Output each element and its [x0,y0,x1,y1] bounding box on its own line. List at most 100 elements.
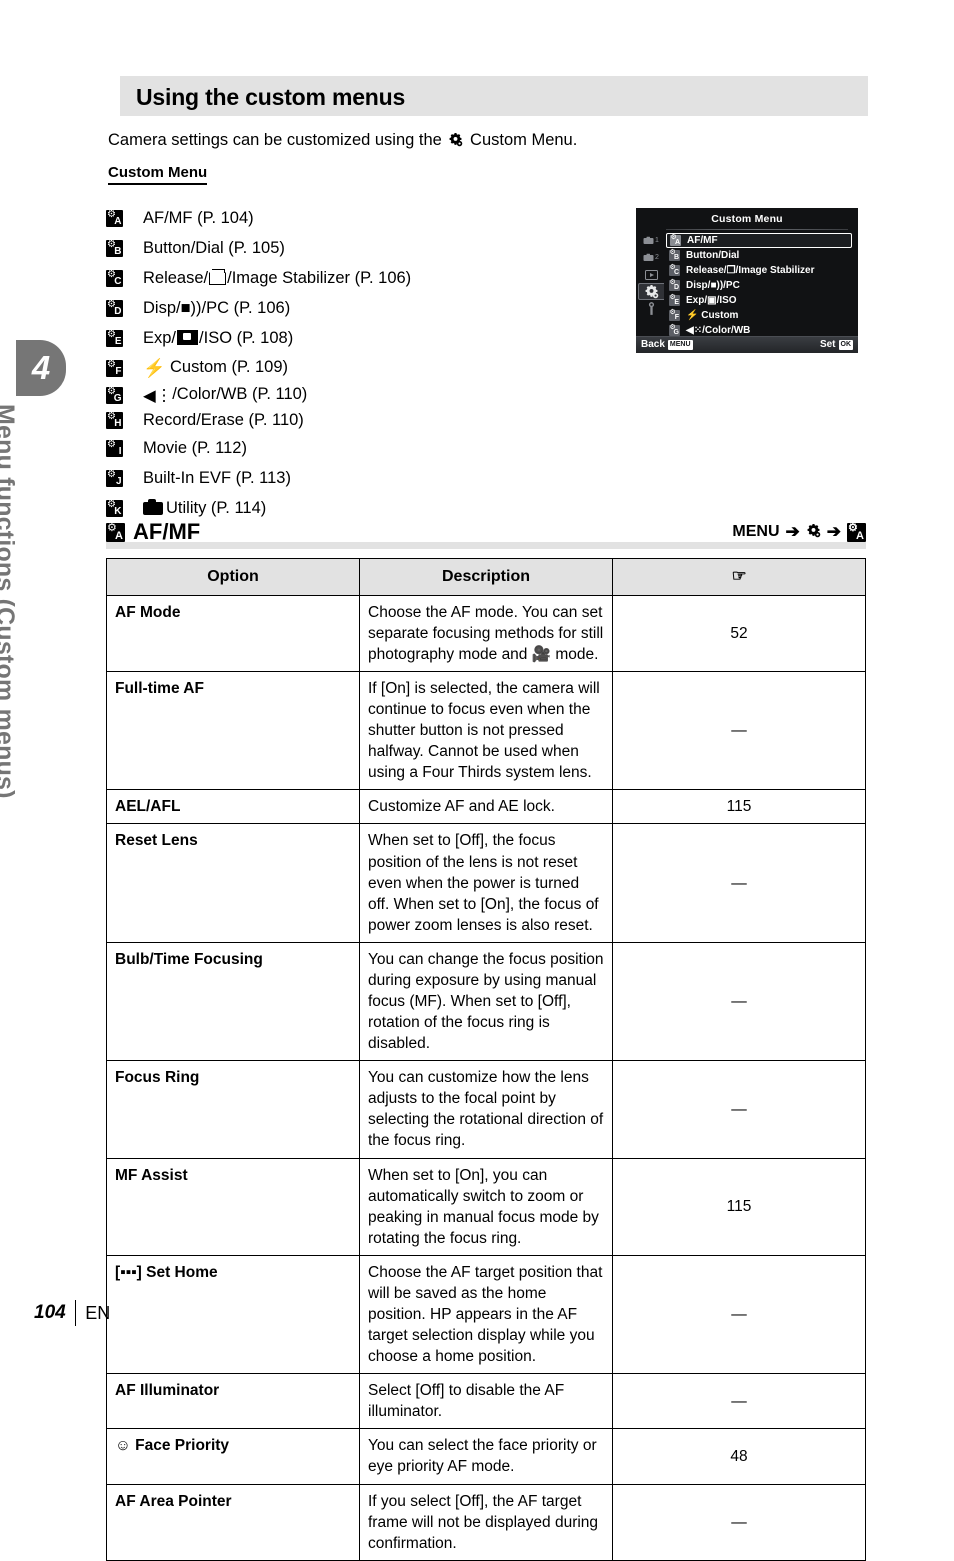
arrow-right-icon: ➔ [826,522,841,541]
table-cell-reference: — [612,670,866,791]
table-cell-description: If [On] is selected, the camera will con… [359,670,613,791]
lcd-set-control[interactable]: Set OK [820,339,853,350]
custom-menu-subheading: Custom Menu [108,164,208,185]
table-cell-reference: — [612,1254,866,1375]
lcd-menu-items: ⚙ A AF/MF ⚙ B Button/Dial ⚙ C Release/❐/Ima… [666,233,852,338]
table-cell-reference: 52 [612,594,866,672]
sequential-shooting-icon [209,268,227,285]
menu-list-item-release-image-stabilizer[interactable]: ⚙ C Release//Image Stabilizer (P. 106) [106,263,546,293]
table-cell-option: AF Illuminator [106,1373,360,1430]
lcd-menu-item-label: AF/MF [687,235,718,246]
menu-list-item-label: Disp/■))/PC (P. 106) [143,298,291,317]
menu-list-item-movie[interactable]: ⚙ I Movie (P. 112) [106,433,546,463]
table-cell-reference: 115 [612,1157,866,1256]
lcd-menu-item-af-mf[interactable]: ⚙ A AF/MF [666,233,852,248]
page-title: Using the custom menus [136,84,406,110]
custom-badge-h-icon: ⚙ H [106,411,123,429]
table-header-row: Option Description ☞ [106,558,866,596]
menu-list-item-label: Button/Dial (P. 105) [143,238,285,257]
lcd-title: Custom Menu [711,213,783,225]
af-target-icon: [▪▪▪] [115,1263,142,1281]
table-cell-option: Bulb/Time Focusing [106,941,360,1062]
table-row: Bulb/Time Focusing You can change the fo… [106,941,866,1062]
page-number: 104 [34,1302,66,1323]
lcd-menu-item-release-image-stabilizer[interactable]: ⚙ C Release/❐/Image Stabilizer [666,263,852,278]
page-footer: 104 EN [34,1300,110,1326]
section-heading: ⚙ A AF/MF MENU ➔ ➔ ⚙ A [106,519,866,549]
lcd-badge-c-icon: ⚙ C [669,264,680,276]
lcd-menu-item-exp-iso[interactable]: ⚙ E Exp/▣/ISO [666,293,852,308]
custom-badge-a-icon: ⚙ A [847,521,866,542]
lcd-badge-e-icon: ⚙ E [669,294,680,306]
lcd-back-label: Back [641,339,665,350]
language-code: EN [85,1302,111,1323]
lcd-sidebar-camera2-icon[interactable]: 2 [638,249,664,266]
intro-text-after: Custom Menu. [470,131,578,149]
table-cell-description: If you select [Off], the AF target frame… [359,1483,613,1561]
menu-list-item-exp-iso[interactable]: ⚙ E Exp//ISO (P. 108) [106,323,546,353]
table-cell-description: When set to [On], you can automatically … [359,1157,613,1256]
table-cell-description: Choose the AF target position that will … [359,1254,613,1375]
chapter-number: 4 [31,349,51,386]
custom-badge-k-icon: ⚙ K [106,498,123,517]
lcd-sidebar-gear-icon[interactable] [638,283,664,300]
menu-list-item-label: Built-In EVF (P. 113) [143,468,291,487]
lcd-sidebar-playback-icon[interactable] [638,266,664,283]
custom-badge-d-icon: ⚙ D [106,298,123,317]
lcd-menu-item-button-dial[interactable]: ⚙ B Button/Dial [666,248,852,263]
menu-list-item-flash-custom[interactable]: ⚙ F ⚡ Custom (P. 109) [106,353,546,383]
table-cell-option: ☺ Face Priority [106,1428,360,1485]
table-cell-reference: — [612,823,866,943]
menu-list-item-button-dial[interactable]: ⚙ B Button/Dial (P. 105) [106,233,546,263]
table-row: Focus Ring You can customize how the len… [106,1060,866,1159]
table-row: MF Assist When set to [On], you can auto… [106,1157,866,1256]
lcd-bottom-bar: Back MENU Set OK [636,336,858,353]
lcd-sidebar-wrench-icon[interactable] [638,300,664,317]
lcd-menu-item-disp-pc[interactable]: ⚙ D Disp/■))/PC [666,278,852,293]
table-cell-description: Select [Off] to disable the AF illuminat… [359,1373,613,1430]
menu-key-icon: MENU [667,339,693,350]
table-row: AEL/AFL Customize AF and AE lock. 115 [106,789,866,825]
table-row: Reset Lens When set to [Off], the focus … [106,823,866,943]
arrow-right-icon: ➔ [785,522,800,541]
lcd-menu-item-flash-custom[interactable]: ⚙ F ⚡ Custom [666,308,852,323]
table-cell-reference: 115 [612,789,866,825]
menu-list-item-color-wb[interactable]: ⚙ G ◀⋮/Color/WB (P. 110) [106,383,546,408]
lcd-badge-g-icon: ⚙ G [669,324,680,336]
lcd-sidebar-camera1-icon[interactable]: 1 [638,232,664,249]
table-cell-option: AEL/AFL [106,789,360,825]
table-row: Full-time AF If [On] is selected, the ca… [106,670,866,791]
menu-list-item-label: ⚡ Custom (P. 109) [143,357,289,378]
menu-list-item-label: AF/MF (P. 104) [143,208,254,227]
section-title: AF/MF [133,519,201,544]
table-row: ☺ Face Priority You can select the face … [106,1428,866,1485]
menu-list-item-label: Exp//ISO (P. 108) [143,328,294,347]
metering-icon [177,329,199,345]
table-row: [▪▪▪] Set Home Choose the AF target posi… [106,1254,866,1375]
table-cell-description: You can select the face priority or eye … [359,1428,613,1485]
lcd-back-control[interactable]: Back MENU [641,339,693,350]
intro-text-before: Camera settings can be customized using … [108,131,442,149]
menu-list-item-record-erase[interactable]: ⚙ H Record/Erase (P. 110) [106,408,546,433]
lcd-badge-a-icon: ⚙ A [670,234,681,246]
menu-list-item-built-in-evf[interactable]: ⚙ J Built-In EVF (P. 113) [106,463,546,493]
section-rule [106,542,866,549]
table-cell-option: AF Mode [106,594,360,672]
chapter-vertical-title: Menu functions (Custom menus) [0,404,19,799]
pointing-hand-icon: ☞ [731,568,747,585]
lcd-set-label: Set [819,339,836,350]
lcd-badge-b-icon: ⚙ B [669,249,680,261]
lcd-badge-f-icon: ⚙ F [669,309,680,321]
table-row: AF Area Pointer If you select [Off], the… [106,1483,866,1561]
gear-icon [448,132,463,152]
menu-list-item-label: Utility (P. 114) [143,498,266,518]
intro-paragraph: Camera settings can be customized using … [108,131,577,152]
breadcrumb-menu-label: MENU [732,523,780,540]
lcd-badge-d-icon: ⚙ D [669,279,680,291]
table-cell-reference: 48 [612,1428,866,1485]
menu-list-item-disp-pc[interactable]: ⚙ D Disp/■))/PC (P. 106) [106,293,546,323]
image-quality-icon: ◀⋮ [143,387,173,405]
af-mf-options-table: Option Description ☞ AF Mode Choose the … [106,558,866,1561]
custom-badge-b-icon: ⚙ B [106,238,123,257]
menu-list-item-af-mf[interactable]: ⚙ A AF/MF (P. 104) [106,203,546,233]
